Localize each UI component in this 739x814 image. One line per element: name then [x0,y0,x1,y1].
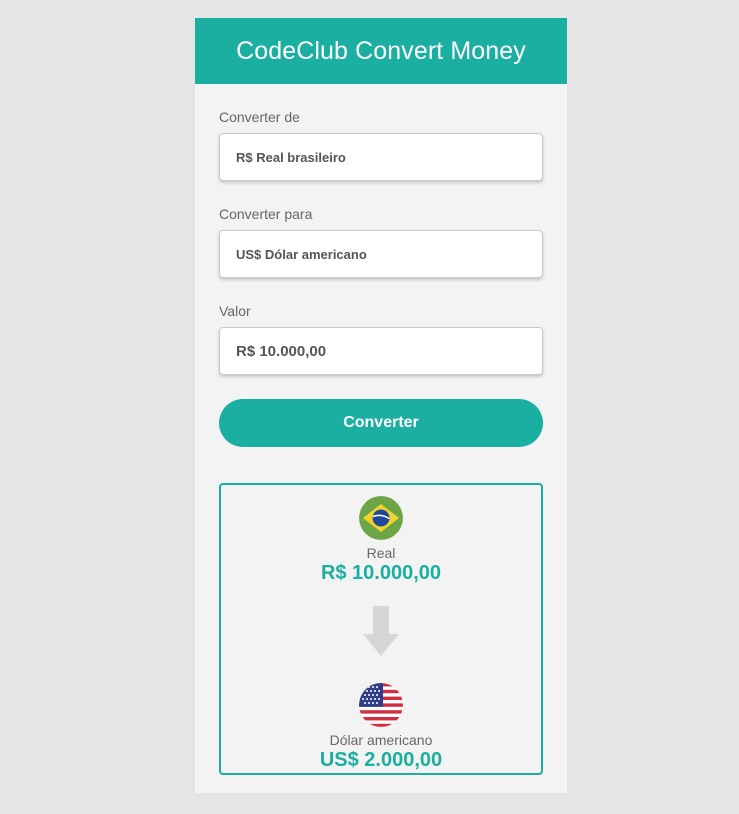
app-title: CodeClub Convert Money [236,36,526,65]
from-currency-label: Converter de [219,109,300,125]
from-currency-name: Real [366,545,396,561]
arrow-down-icon [363,606,399,656]
converter-card: CodeClub Convert Money Converter de R$ R… [195,18,567,793]
from-currency-selected: R$ Real brasileiro [236,149,346,165]
app-header: CodeClub Convert Money [195,18,567,84]
to-currency-label: Converter para [219,206,313,222]
conversion-result: Real R$ 10.000,00 Dólar americano US$ 2.… [219,483,543,775]
to-currency-selected: US$ Dólar americano [236,246,367,262]
amount-label: Valor [219,303,251,319]
to-currency-name: Dólar americano [329,732,433,748]
to-currency-select[interactable]: US$ Dólar americano [219,230,543,278]
amount-input[interactable] [219,327,543,375]
usa-flag-icon [359,683,403,727]
from-amount: R$ 10.000,00 [320,562,442,584]
converter-form: Converter de R$ Real brasileiro Converte… [195,109,567,775]
brazil-flag-icon [359,496,403,540]
from-currency-select[interactable]: R$ Real brasileiro [219,133,543,181]
convert-button[interactable]: Converter [219,399,543,447]
to-amount: US$ 2.000,00 [319,749,443,771]
